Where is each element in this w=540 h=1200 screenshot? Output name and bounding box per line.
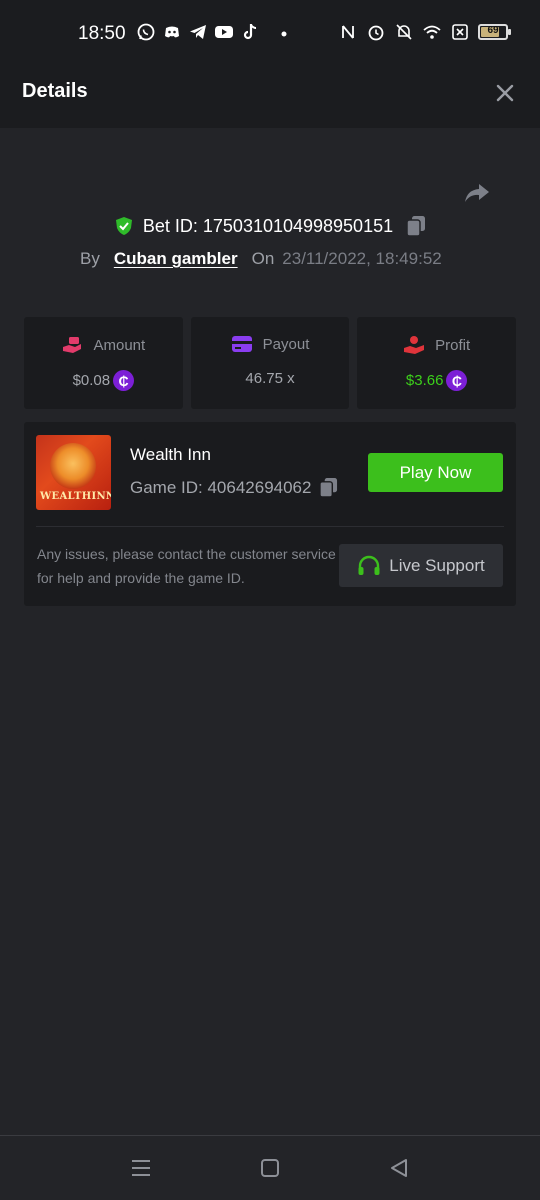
whatsapp-icon <box>137 23 155 41</box>
bet-meta-row: By Cuban gambler On 23/11/2022, 18:49:52 <box>80 249 442 269</box>
battery-level: 69 <box>487 25 499 36</box>
verified-shield-icon <box>115 217 132 235</box>
bet-date: 23/11/2022, 18:49:52 <box>282 249 442 268</box>
by-label: By <box>80 249 100 268</box>
play-now-button[interactable]: Play Now <box>368 453 503 492</box>
live-support-label: Live Support <box>389 555 485 575</box>
battery-icon: 69 <box>478 24 511 40</box>
profit-hand-icon <box>404 336 425 354</box>
tiktok-icon <box>243 24 257 40</box>
wifi-icon <box>423 25 441 39</box>
system-icons: 69 <box>338 22 511 42</box>
game-id: Game ID: 40642694062 <box>130 477 312 497</box>
nfc-icon <box>342 25 354 39</box>
back-triangle-icon <box>391 1159 407 1177</box>
dot-icon <box>281 31 287 37</box>
telegram-icon <box>190 25 206 39</box>
coin-icon: ₵ <box>113 370 135 391</box>
wager-hand-icon <box>63 337 82 353</box>
mute-icon <box>396 24 412 40</box>
share-icon <box>465 184 489 202</box>
headset-icon <box>358 555 380 575</box>
recents-button[interactable] <box>129 1156 153 1180</box>
amount-value: $0.08 <box>72 372 111 389</box>
profit-label: Profit <box>435 336 471 354</box>
copy-game-id-button[interactable] <box>319 477 338 498</box>
game-logo-text: WEALTHINN <box>40 491 111 502</box>
stat-card-payout: Payout 46.75 x <box>190 317 350 409</box>
close-icon <box>496 84 514 102</box>
game-thumbnail[interactable]: WEALTHINN <box>36 435 111 510</box>
close-button[interactable] <box>492 80 518 106</box>
game-card: WEALTHINN Wealth Inn Game ID: 4064269406… <box>24 422 516 606</box>
payout-label: Payout <box>262 335 310 353</box>
copy-bet-id-button[interactable] <box>406 215 426 237</box>
bet-id-row: Bet ID: 1750310104998950151 <box>0 215 540 237</box>
copy-icon <box>406 216 426 237</box>
page-header: Details <box>0 62 540 128</box>
sim-off-icon <box>452 24 468 40</box>
back-button[interactable] <box>387 1156 411 1180</box>
discord-icon <box>165 26 179 38</box>
game-name: Wealth Inn <box>130 445 211 464</box>
system-nav-bar <box>0 1135 540 1200</box>
amount-label: Amount <box>93 336 146 354</box>
live-support-button[interactable]: Live Support <box>339 544 503 587</box>
square-icon <box>261 1159 279 1177</box>
bet-id: Bet ID: 1750310104998950151 <box>142 215 394 236</box>
coin-icon: ₵ <box>446 370 468 391</box>
share-button[interactable] <box>462 178 492 208</box>
notification-icons <box>136 22 294 42</box>
status-time: 18:50 <box>78 23 126 44</box>
copy-icon <box>319 478 338 498</box>
home-button[interactable] <box>258 1156 282 1180</box>
youtube-icon <box>215 26 233 38</box>
bet-stats: Amount $0.08 ₵ Payout 46.75 x Profit $3.… <box>24 317 517 409</box>
stat-card-profit: Profit $3.66 ₵ <box>357 317 517 409</box>
username-link[interactable]: Cuban gambler <box>114 249 238 269</box>
status-bar: 18:50 69 <box>0 0 540 62</box>
support-help-text: Any issues, please contact the customer … <box>37 546 336 586</box>
payout-value: 46.75 x <box>245 370 295 387</box>
profit-value: $3.66 <box>405 372 444 389</box>
card-icon <box>231 336 252 352</box>
alarm-icon <box>368 25 384 41</box>
game-id-row: Game ID: 40642694062 <box>130 477 338 498</box>
menu-icon <box>132 1160 150 1176</box>
divider <box>36 526 504 527</box>
page-title: Details <box>22 80 88 102</box>
stat-card-amount: Amount $0.08 ₵ <box>24 317 183 409</box>
on-label: On <box>251 249 275 268</box>
